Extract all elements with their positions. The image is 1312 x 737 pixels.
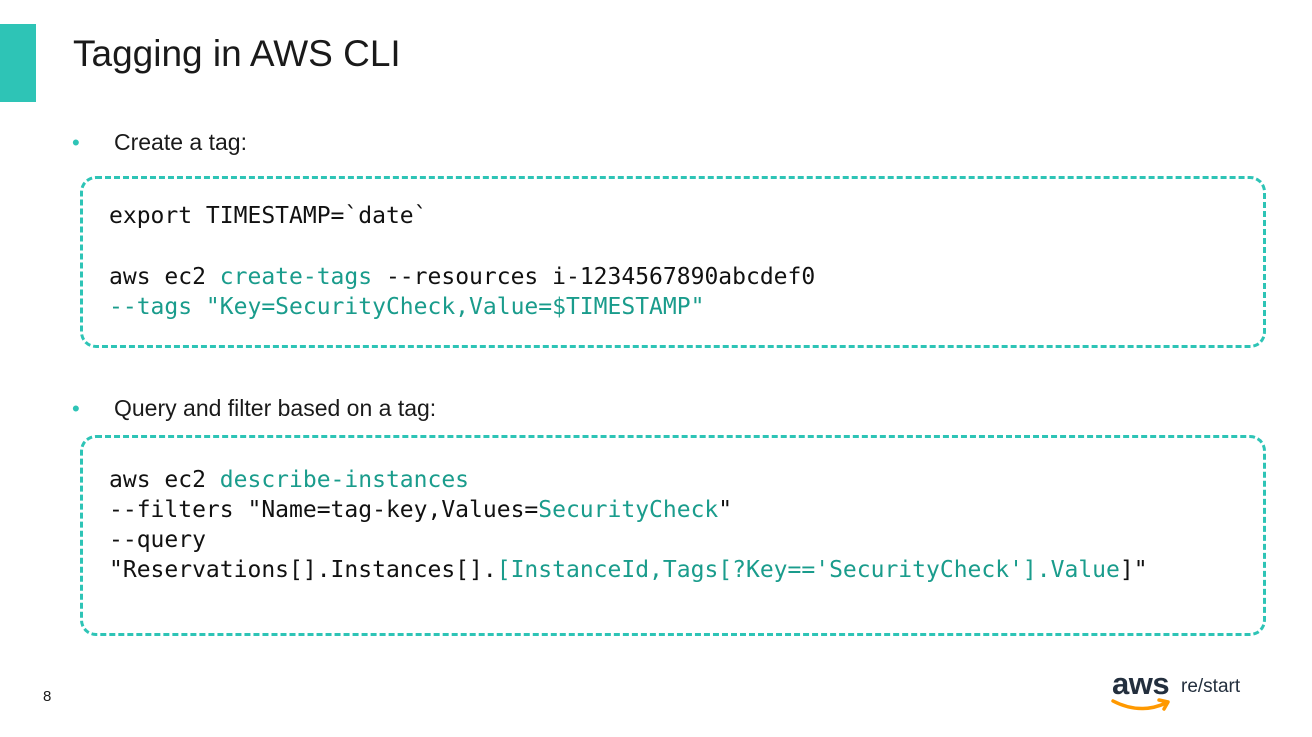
bullet-dot: • (72, 396, 80, 421)
title-accent-bar (0, 24, 36, 102)
code-text: " (718, 497, 733, 523)
logo-product-text: re/start (1181, 676, 1241, 697)
bullet-text: Query and filter based on a tag: (114, 395, 437, 421)
code-command: describe-instances (219, 467, 470, 493)
bullet-query-filter: • Query and filter based on a tag: (72, 393, 436, 424)
code-text: aws ec2 (109, 467, 220, 493)
code-text: aws ec2 (109, 264, 220, 290)
aws-restart-logo: aws re/start (1108, 666, 1258, 720)
bullet-create-tag: • Create a tag: (72, 127, 247, 158)
slide-title: Tagging in AWS CLI (73, 33, 401, 74)
code-line: aws ec2 describe-instances (109, 465, 469, 495)
code-text: --filters "Name=tag-key,Values= (109, 497, 539, 523)
code-block-create-tag: export TIMESTAMP=`date` aws ec2 create-t… (80, 176, 1266, 348)
code-line: aws ec2 create-tags --resources i-123456… (109, 262, 815, 292)
code-command: create-tags (219, 264, 373, 290)
code-line: --query (109, 527, 206, 553)
code-text: --resources i-1234567890abcdef0 (372, 264, 816, 290)
code-line: --tags "Key=SecurityCheck,Value=$TIMESTA… (109, 294, 705, 320)
code-line: "Reservations[].Instances[].[InstanceId,… (109, 555, 1148, 585)
page-number: 8 (43, 688, 52, 705)
code-value: SecurityCheck (538, 497, 719, 523)
aws-smile-arrow-icon (1111, 698, 1170, 711)
bullet-dot: • (72, 130, 80, 155)
bullet-text: Create a tag: (114, 129, 247, 155)
code-block-query-filter: aws ec2 describe-instances --filters "Na… (80, 435, 1266, 636)
code-query-expression: [InstanceId,Tags[?Key=='SecurityCheck'].… (496, 557, 1120, 583)
code-text: "Reservations[].Instances[]. (109, 557, 497, 583)
code-line: --filters "Name=tag-key,Values=SecurityC… (109, 495, 732, 525)
code-line: export TIMESTAMP=`date` (109, 203, 428, 229)
code-text: ]" (1119, 557, 1148, 583)
